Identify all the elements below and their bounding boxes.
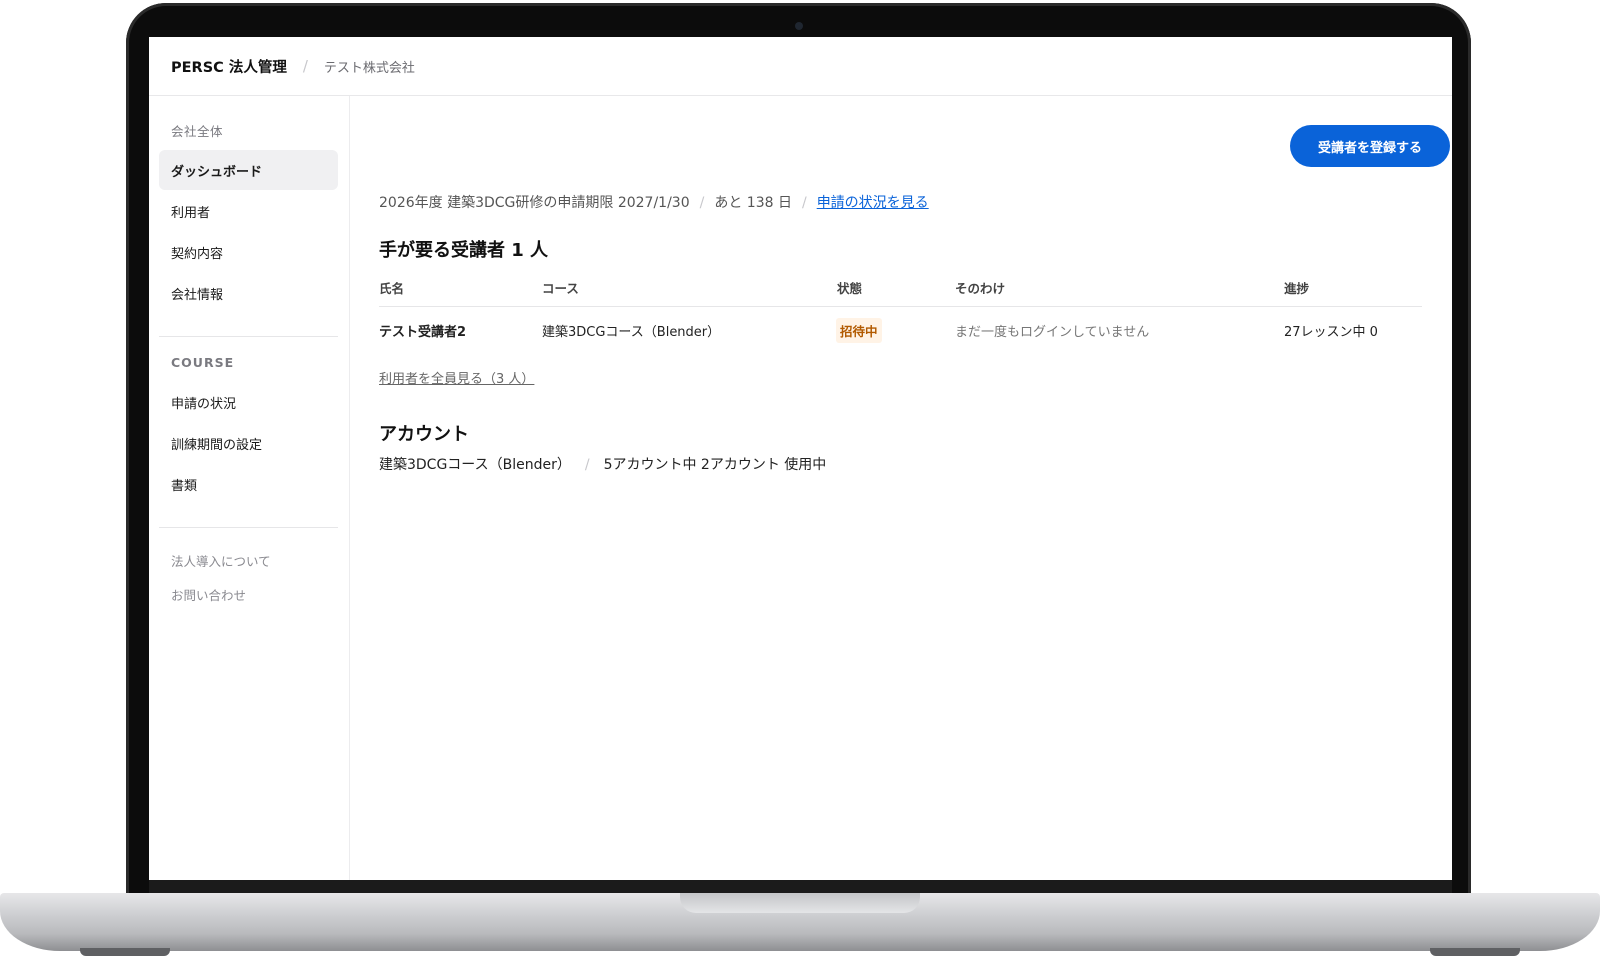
sidebar-link-contact[interactable]: お問い合わせ bbox=[171, 585, 246, 604]
sidebar-item-contract[interactable]: 契約内容 bbox=[159, 232, 338, 272]
table-row[interactable]: テスト受講者2 建築3DCGコース（Blender） 招待中 まだ一度もログイン… bbox=[379, 307, 1422, 351]
trainee-progress: 27レッスン中 0 bbox=[1284, 325, 1378, 340]
account-separator: / bbox=[584, 457, 590, 473]
sidebar-item-training-period[interactable]: 訓練期間の設定 bbox=[159, 423, 338, 463]
sidebar-divider bbox=[159, 527, 338, 528]
screen-chin bbox=[149, 880, 1452, 894]
account-course: 建築3DCGコース（Blender） bbox=[379, 457, 571, 473]
sidebar: 会社全体 ダッシュボード 利用者 契約内容 会社情報 COURSE 申請の状況 … bbox=[149, 96, 350, 880]
register-trainee-button[interactable]: 受講者を登録する bbox=[1290, 125, 1450, 167]
main-content: 受講者を登録する 2026年度 建築3DCG研修の申請期限 2027/1/30 /… bbox=[379, 96, 1452, 880]
sidebar-item-application-status[interactable]: 申請の状況 bbox=[159, 382, 338, 422]
application-period: 2026年度 建築3DCG研修の申請期限 2027/1/30 / あと 138 日 /… bbox=[379, 192, 929, 212]
top-bar: PERSC 法人管理 / テスト株式会社 bbox=[149, 37, 1452, 96]
trainee-name[interactable]: テスト受講者2 bbox=[379, 321, 466, 340]
trainee-course: 建築3DCGコース（Blender） bbox=[542, 325, 721, 340]
sidebar-group-company: 会社全体 bbox=[171, 124, 224, 139]
sidebar-group-course: COURSE bbox=[171, 355, 235, 370]
column-header-progress: 進捗 bbox=[1284, 281, 1310, 296]
column-header-status: 状態 bbox=[837, 281, 863, 296]
sidebar-item-users[interactable]: 利用者 bbox=[159, 191, 338, 231]
sidebar-item-dashboard[interactable]: ダッシュボード bbox=[159, 150, 338, 190]
laptop-foot bbox=[80, 948, 170, 956]
laptop-notch bbox=[680, 893, 920, 913]
period-separator: / bbox=[801, 195, 807, 211]
breadcrumb-separator: / bbox=[302, 57, 308, 75]
account-summary: 建築3DCGコース（Blender） / 5アカウント中 2アカウント 使用中 bbox=[379, 454, 826, 474]
view-all-users-link[interactable]: 利用者を全員見る（3 人） bbox=[379, 368, 534, 387]
remaining-days: あと 138 日 bbox=[714, 195, 792, 211]
column-header-reason: そのわけ bbox=[955, 281, 1006, 296]
sidebar-item-documents[interactable]: 書類 bbox=[159, 464, 338, 504]
period-text: 2026年度 建築3DCG研修の申請期限 2027/1/30 bbox=[379, 195, 690, 211]
company-name: テスト株式会社 bbox=[323, 60, 415, 76]
table-header: 氏名 コース 状態 そのわけ 進捗 bbox=[379, 274, 1422, 307]
app-brand[interactable]: PERSC 法人管理 bbox=[171, 56, 287, 77]
column-header-name: 氏名 bbox=[379, 281, 405, 296]
laptop-foot bbox=[1430, 948, 1520, 956]
trainee-reason: まだ一度もログインしていません bbox=[955, 325, 1150, 340]
sidebar-item-company-info[interactable]: 会社情報 bbox=[159, 273, 338, 313]
camera-icon bbox=[795, 22, 803, 30]
status-badge: 招待中 bbox=[836, 318, 882, 343]
sidebar-divider bbox=[159, 336, 338, 337]
attention-heading: 手が要る受講者 1 人 bbox=[379, 240, 549, 261]
account-usage: 5アカウント中 2アカウント 使用中 bbox=[603, 457, 827, 473]
period-separator: / bbox=[699, 195, 705, 211]
view-application-status-link[interactable]: 申請の状況を見る bbox=[817, 195, 929, 211]
column-header-course: コース bbox=[542, 281, 579, 296]
screen: PERSC 法人管理 / テスト株式会社 会社全体 ダッシュボード 利用者 契約… bbox=[149, 37, 1452, 880]
sidebar-link-corporate-intro[interactable]: 法人導入について bbox=[171, 551, 271, 570]
trainee-table: 氏名 コース 状態 そのわけ 進捗 テスト受講者2 建築3DCGコース（Blen… bbox=[379, 274, 1422, 351]
account-heading: アカウント bbox=[379, 424, 469, 445]
